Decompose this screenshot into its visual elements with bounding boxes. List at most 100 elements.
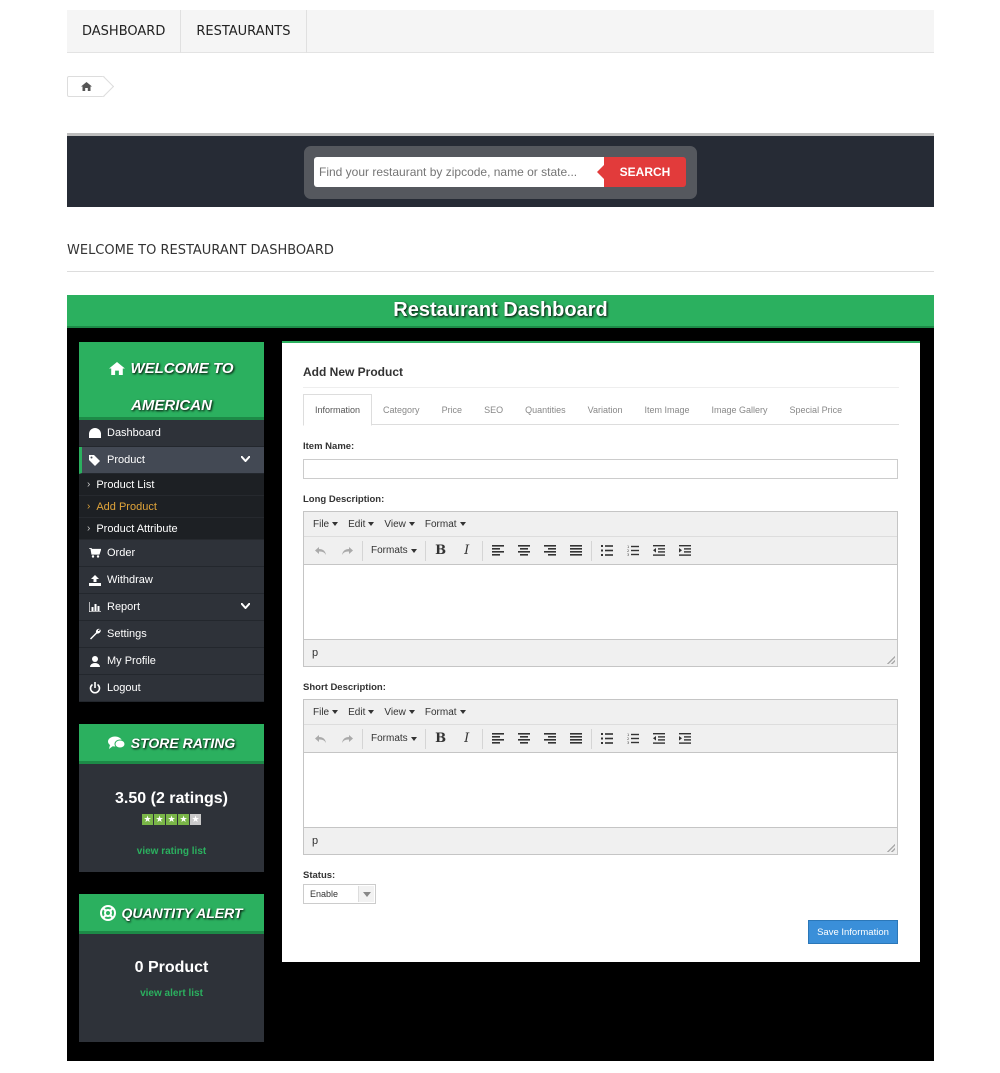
- sidebar-item-label: Product: [107, 454, 145, 466]
- toolbar-separator: [481, 728, 483, 749]
- align-center-button[interactable]: [511, 728, 537, 750]
- align-right-button[interactable]: [537, 540, 563, 562]
- menu-label: View: [384, 518, 406, 530]
- undo-button[interactable]: [308, 728, 334, 750]
- redo-button[interactable]: [334, 540, 360, 562]
- search-box: SEARCH: [304, 146, 697, 199]
- align-center-icon: [517, 733, 530, 744]
- italic-button[interactable]: I: [454, 540, 480, 562]
- long-description-editor: File Edit View Format Formats B I 1 2 3 p: [303, 511, 898, 667]
- tab-seo[interactable]: SEO: [473, 394, 514, 425]
- sidebar-item-label: My Profile: [107, 655, 156, 667]
- bullet-list-icon: [600, 545, 613, 556]
- tab-quantities[interactable]: Quantities: [514, 394, 577, 425]
- long-description-textarea[interactable]: [304, 565, 897, 639]
- bold-button[interactable]: B: [428, 728, 454, 750]
- short-description-editor: File Edit View Format Formats B I 1 2 3 p: [303, 699, 898, 855]
- italic-button[interactable]: I: [454, 728, 480, 750]
- align-center-button[interactable]: [511, 540, 537, 562]
- dashboard-icon: [89, 428, 101, 438]
- menu-label: Edit: [348, 518, 366, 530]
- align-right-button[interactable]: [537, 728, 563, 750]
- align-center-icon: [517, 545, 530, 556]
- redo-button[interactable]: [334, 728, 360, 750]
- menu-label: Format: [424, 518, 457, 530]
- formats-dropdown[interactable]: Formats: [365, 733, 423, 744]
- tab-item-image[interactable]: Item Image: [633, 394, 700, 425]
- breadcrumb-home[interactable]: [67, 76, 105, 97]
- menu-label: File: [313, 518, 330, 530]
- sidebar-subitem-add-product[interactable]: › Add Product: [79, 496, 264, 518]
- bold-button[interactable]: B: [428, 540, 454, 562]
- home-icon: [109, 362, 126, 375]
- tab-image-gallery[interactable]: Image Gallery: [701, 394, 779, 425]
- rating-value: 3.50 (2 ratings): [115, 790, 228, 807]
- short-description-textarea[interactable]: [304, 753, 897, 827]
- nav-dashboard[interactable]: DASHBOARD: [67, 10, 182, 53]
- bullet-list-button[interactable]: [594, 540, 620, 562]
- page-title: WELCOME TO RESTAURANT DASHBOARD: [67, 243, 334, 258]
- search-input[interactable]: [314, 157, 605, 187]
- sidebar-subitem-product-list[interactable]: › Product List: [79, 474, 264, 496]
- align-left-button[interactable]: [485, 540, 511, 562]
- search-button[interactable]: SEARCH: [597, 157, 686, 187]
- align-justify-button[interactable]: [563, 728, 589, 750]
- outdent-button[interactable]: [646, 540, 672, 562]
- tab-information[interactable]: Information: [303, 394, 373, 426]
- align-left-button[interactable]: [485, 728, 511, 750]
- sidebar-item-logout[interactable]: Logout: [79, 675, 264, 702]
- tab-category[interactable]: Category: [372, 394, 431, 425]
- view-rating-list-link[interactable]: view rating list: [79, 846, 264, 857]
- menu-label: Edit: [348, 706, 366, 718]
- sidebar-item-settings[interactable]: Settings: [79, 621, 264, 648]
- tab-price[interactable]: Price: [431, 394, 474, 425]
- sidebar-subitem-product-attribute[interactable]: › Product Attribute: [79, 518, 264, 540]
- status-label: Status:: [303, 870, 336, 881]
- caret-down-icon: [408, 521, 415, 526]
- item-name-input[interactable]: [303, 459, 898, 479]
- store-rating-panel: STORE RATING 3.50 (2 ratings) ★ ★ ★ ★ ★ view…: [79, 724, 264, 872]
- editor-menu-edit[interactable]: Edit: [348, 518, 375, 530]
- align-right-icon: [543, 733, 556, 744]
- resize-handle[interactable]: [887, 844, 895, 852]
- sidebar-item-report[interactable]: Report: [79, 594, 264, 621]
- indent-button[interactable]: [672, 540, 698, 562]
- editor-menu-file[interactable]: File: [313, 707, 339, 718]
- undo-icon: [315, 734, 326, 743]
- editor-menu-view[interactable]: View: [384, 707, 415, 718]
- nav-restaurants[interactable]: RESTAURANTS: [181, 10, 307, 53]
- numbered-list-button[interactable]: 123: [620, 728, 646, 750]
- tab-special-price[interactable]: Special Price: [779, 394, 854, 425]
- status-select[interactable]: Enable: [303, 884, 376, 904]
- sidebar-item-my-profile[interactable]: My Profile: [79, 648, 264, 675]
- indent-button[interactable]: [672, 728, 698, 750]
- sidebar-item-order[interactable]: Order: [79, 540, 264, 567]
- formats-dropdown[interactable]: Formats: [365, 545, 423, 556]
- editor-menu-file[interactable]: File: [313, 518, 339, 530]
- outdent-button[interactable]: [646, 728, 672, 750]
- bullet-list-button[interactable]: [594, 728, 620, 750]
- numbered-list-button[interactable]: 123: [620, 540, 646, 562]
- bullet-list-icon: [600, 733, 613, 744]
- editor-menu-format[interactable]: Format: [425, 519, 466, 530]
- subitem-label: Product List: [96, 478, 155, 491]
- editor-menu-view[interactable]: View: [384, 519, 415, 530]
- chevron-down-icon: [241, 456, 250, 462]
- editor-toolbar: Formats B I 1 2 3: [304, 725, 897, 753]
- sidebar-item-withdraw[interactable]: Withdraw: [79, 567, 264, 594]
- resize-handle[interactable]: [887, 656, 895, 664]
- save-information-button[interactable]: Save Information: [808, 920, 898, 944]
- sidebar-item-product[interactable]: Product: [79, 447, 264, 474]
- undo-button[interactable]: [308, 540, 334, 562]
- editor-menu-edit[interactable]: Edit: [348, 706, 375, 718]
- sidebar-item-label: Logout: [107, 682, 141, 694]
- welcome-line: WELCOME TO: [130, 360, 234, 377]
- tab-variation[interactable]: Variation: [577, 394, 634, 425]
- align-justify-button[interactable]: [563, 540, 589, 562]
- bar-chart-icon: [89, 602, 101, 612]
- view-alert-list-link[interactable]: view alert list: [79, 988, 264, 999]
- editor-menu-format[interactable]: Format: [425, 707, 466, 718]
- sidebar-item-dashboard[interactable]: Dashboard: [79, 420, 264, 447]
- svg-text:3: 3: [627, 553, 629, 556]
- align-justify-icon: [569, 545, 582, 556]
